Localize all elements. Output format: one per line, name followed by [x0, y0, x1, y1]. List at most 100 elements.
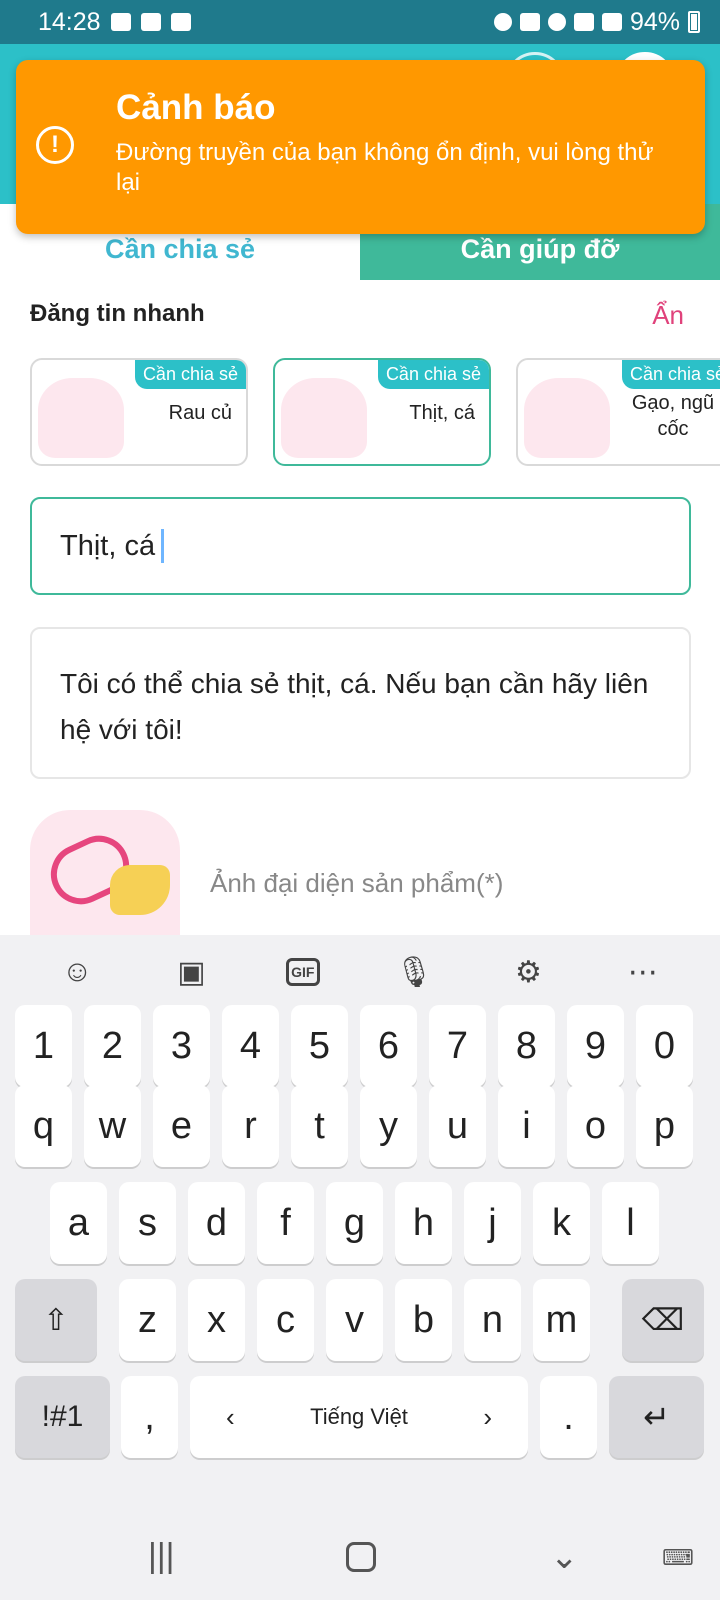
key-2[interactable]: 2: [84, 1005, 141, 1087]
period-key[interactable]: .: [540, 1376, 597, 1458]
home-icon[interactable]: [346, 1542, 376, 1572]
key-7[interactable]: 7: [429, 1005, 486, 1087]
app-notification-icon: [170, 13, 191, 31]
shift-key[interactable]: ⇧: [15, 1279, 97, 1361]
key-3[interactable]: 3: [153, 1005, 210, 1087]
category-card-meat-fish[interactable]: Cần chia sẻ Thịt, cá: [273, 358, 491, 466]
battery-icon: [688, 11, 700, 33]
gallery-icon: [110, 13, 131, 31]
signal-icon: [601, 13, 622, 31]
key-g[interactable]: g: [326, 1182, 383, 1264]
key-4[interactable]: 4: [222, 1005, 279, 1087]
category-badge: Cần chia sẻ: [377, 360, 489, 389]
fish-icon: [110, 865, 170, 915]
microphone-icon[interactable]: 🎙: [394, 952, 434, 992]
symbols-key[interactable]: !#1: [15, 1376, 110, 1458]
post-description-value: Tôi có thể chia sẻ thịt, cá. Nếu bạn cần…: [60, 668, 649, 745]
status-bar: 14:28 94%: [0, 0, 720, 44]
key-u[interactable]: u: [429, 1085, 486, 1167]
keyboard-toolbar: ☺ ▣ GIF 🎙 ⚙ ⋯: [0, 935, 720, 1009]
enter-key[interactable]: ↵: [609, 1376, 704, 1458]
toast-title: Cảnh báo: [116, 88, 276, 127]
back-chevron-icon[interactable]: ⌄: [550, 1537, 579, 1577]
key-5[interactable]: 5: [291, 1005, 348, 1087]
emoji-icon[interactable]: ☺: [57, 952, 97, 992]
vegetables-icon: [38, 378, 124, 458]
saver-icon: [493, 13, 512, 31]
key-y[interactable]: y: [360, 1085, 417, 1167]
youtube-icon: [140, 13, 161, 31]
key-n[interactable]: n: [464, 1279, 521, 1361]
category-card-rice-grains[interactable]: Cần chia sẻ Gạo, ngũ cốc: [516, 358, 720, 466]
keyboard-hide-icon[interactable]: ⌨: [662, 1545, 694, 1571]
key-6[interactable]: 6: [360, 1005, 417, 1087]
post-description-input[interactable]: Tôi có thể chia sẻ thịt, cá. Nếu bạn cần…: [30, 627, 691, 779]
backspace-icon: ⌫: [641, 1303, 685, 1337]
settings-gear-icon[interactable]: ⚙: [508, 952, 548, 992]
key-c[interactable]: c: [257, 1279, 314, 1361]
key-p[interactable]: p: [636, 1085, 693, 1167]
key-d[interactable]: d: [188, 1182, 245, 1264]
backspace-key[interactable]: ⌫: [622, 1279, 704, 1361]
key-k[interactable]: k: [533, 1182, 590, 1264]
category-label: Rau củ: [168, 402, 232, 424]
key-1[interactable]: 1: [15, 1005, 72, 1087]
section-title: Đăng tin nhanh: [30, 300, 205, 327]
mute-icon: [519, 13, 540, 31]
key-j[interactable]: j: [464, 1182, 521, 1264]
chevron-right-icon: ›: [483, 1401, 492, 1432]
gif-icon[interactable]: GIF: [285, 958, 320, 986]
product-image-thumbnail[interactable]: [30, 810, 180, 936]
recent-apps-icon[interactable]: |||: [148, 1537, 175, 1576]
text-caret: [161, 529, 165, 563]
key-v[interactable]: v: [326, 1279, 383, 1361]
post-title-input[interactable]: Thịt, cá: [30, 497, 691, 595]
product-image-label: Ảnh đại diện sản phẩm(*): [210, 868, 504, 898]
key-9[interactable]: 9: [567, 1005, 624, 1087]
rice-bag-icon: [524, 378, 610, 458]
meat-fish-icon: [281, 378, 367, 458]
key-l[interactable]: l: [602, 1182, 659, 1264]
key-o[interactable]: o: [567, 1085, 624, 1167]
key-i[interactable]: i: [498, 1085, 555, 1167]
key-8[interactable]: 8: [498, 1005, 555, 1087]
key-z[interactable]: z: [119, 1279, 176, 1361]
enter-icon: ↵: [643, 1399, 670, 1435]
key-b[interactable]: b: [395, 1279, 452, 1361]
key-t[interactable]: t: [291, 1085, 348, 1167]
space-language-label: Tiếng Việt: [310, 1404, 408, 1429]
location-icon: [547, 13, 566, 31]
category-badge: Cần chia sẻ: [134, 360, 246, 389]
key-s[interactable]: s: [119, 1182, 176, 1264]
post-title-value: Thịt, cá: [60, 529, 156, 562]
shift-arrow-icon: ⇧: [43, 1303, 69, 1337]
key-w[interactable]: w: [84, 1085, 141, 1167]
key-r[interactable]: r: [222, 1085, 279, 1167]
category-card-vegetables[interactable]: Cần chia sẻ Rau củ: [30, 358, 248, 466]
key-a[interactable]: a: [50, 1182, 107, 1264]
quick-category-list: Cần chia sẻ Rau củ Cần chia sẻ Thịt, cá …: [30, 358, 720, 468]
sticker-icon[interactable]: ▣: [171, 952, 211, 992]
warning-toast[interactable]: Cảnh báo Đường truyền của bạn không ổn đ…: [16, 60, 705, 234]
key-h[interactable]: h: [395, 1182, 452, 1264]
chevron-left-icon: ‹: [226, 1401, 235, 1432]
space-key[interactable]: ‹ Tiếng Việt ›: [190, 1376, 528, 1458]
exclamation-circle-icon: !: [36, 126, 74, 164]
battery-percent: 94%: [629, 7, 680, 36]
category-label: Thịt, cá: [409, 402, 475, 424]
category-badge: Cần chia sẻ: [622, 360, 720, 389]
category-label: Gạo, ngũ cốc: [631, 392, 715, 440]
key-x[interactable]: x: [188, 1279, 245, 1361]
key-0[interactable]: 0: [636, 1005, 693, 1087]
comma-key[interactable]: ,: [121, 1376, 178, 1458]
more-icon[interactable]: ⋯: [623, 952, 663, 992]
status-time: 14:28: [38, 7, 101, 36]
key-e[interactable]: e: [153, 1085, 210, 1167]
key-m[interactable]: m: [533, 1279, 590, 1361]
toast-message: Đường truyền của bạn không ổn định, vui …: [116, 139, 654, 196]
system-navigation-bar: ||| ⌄ ⌨: [0, 1515, 720, 1600]
wifi-icon: [573, 13, 594, 31]
key-q[interactable]: q: [15, 1085, 72, 1167]
key-f[interactable]: f: [257, 1182, 314, 1264]
hide-link[interactable]: Ẩn: [652, 300, 684, 331]
